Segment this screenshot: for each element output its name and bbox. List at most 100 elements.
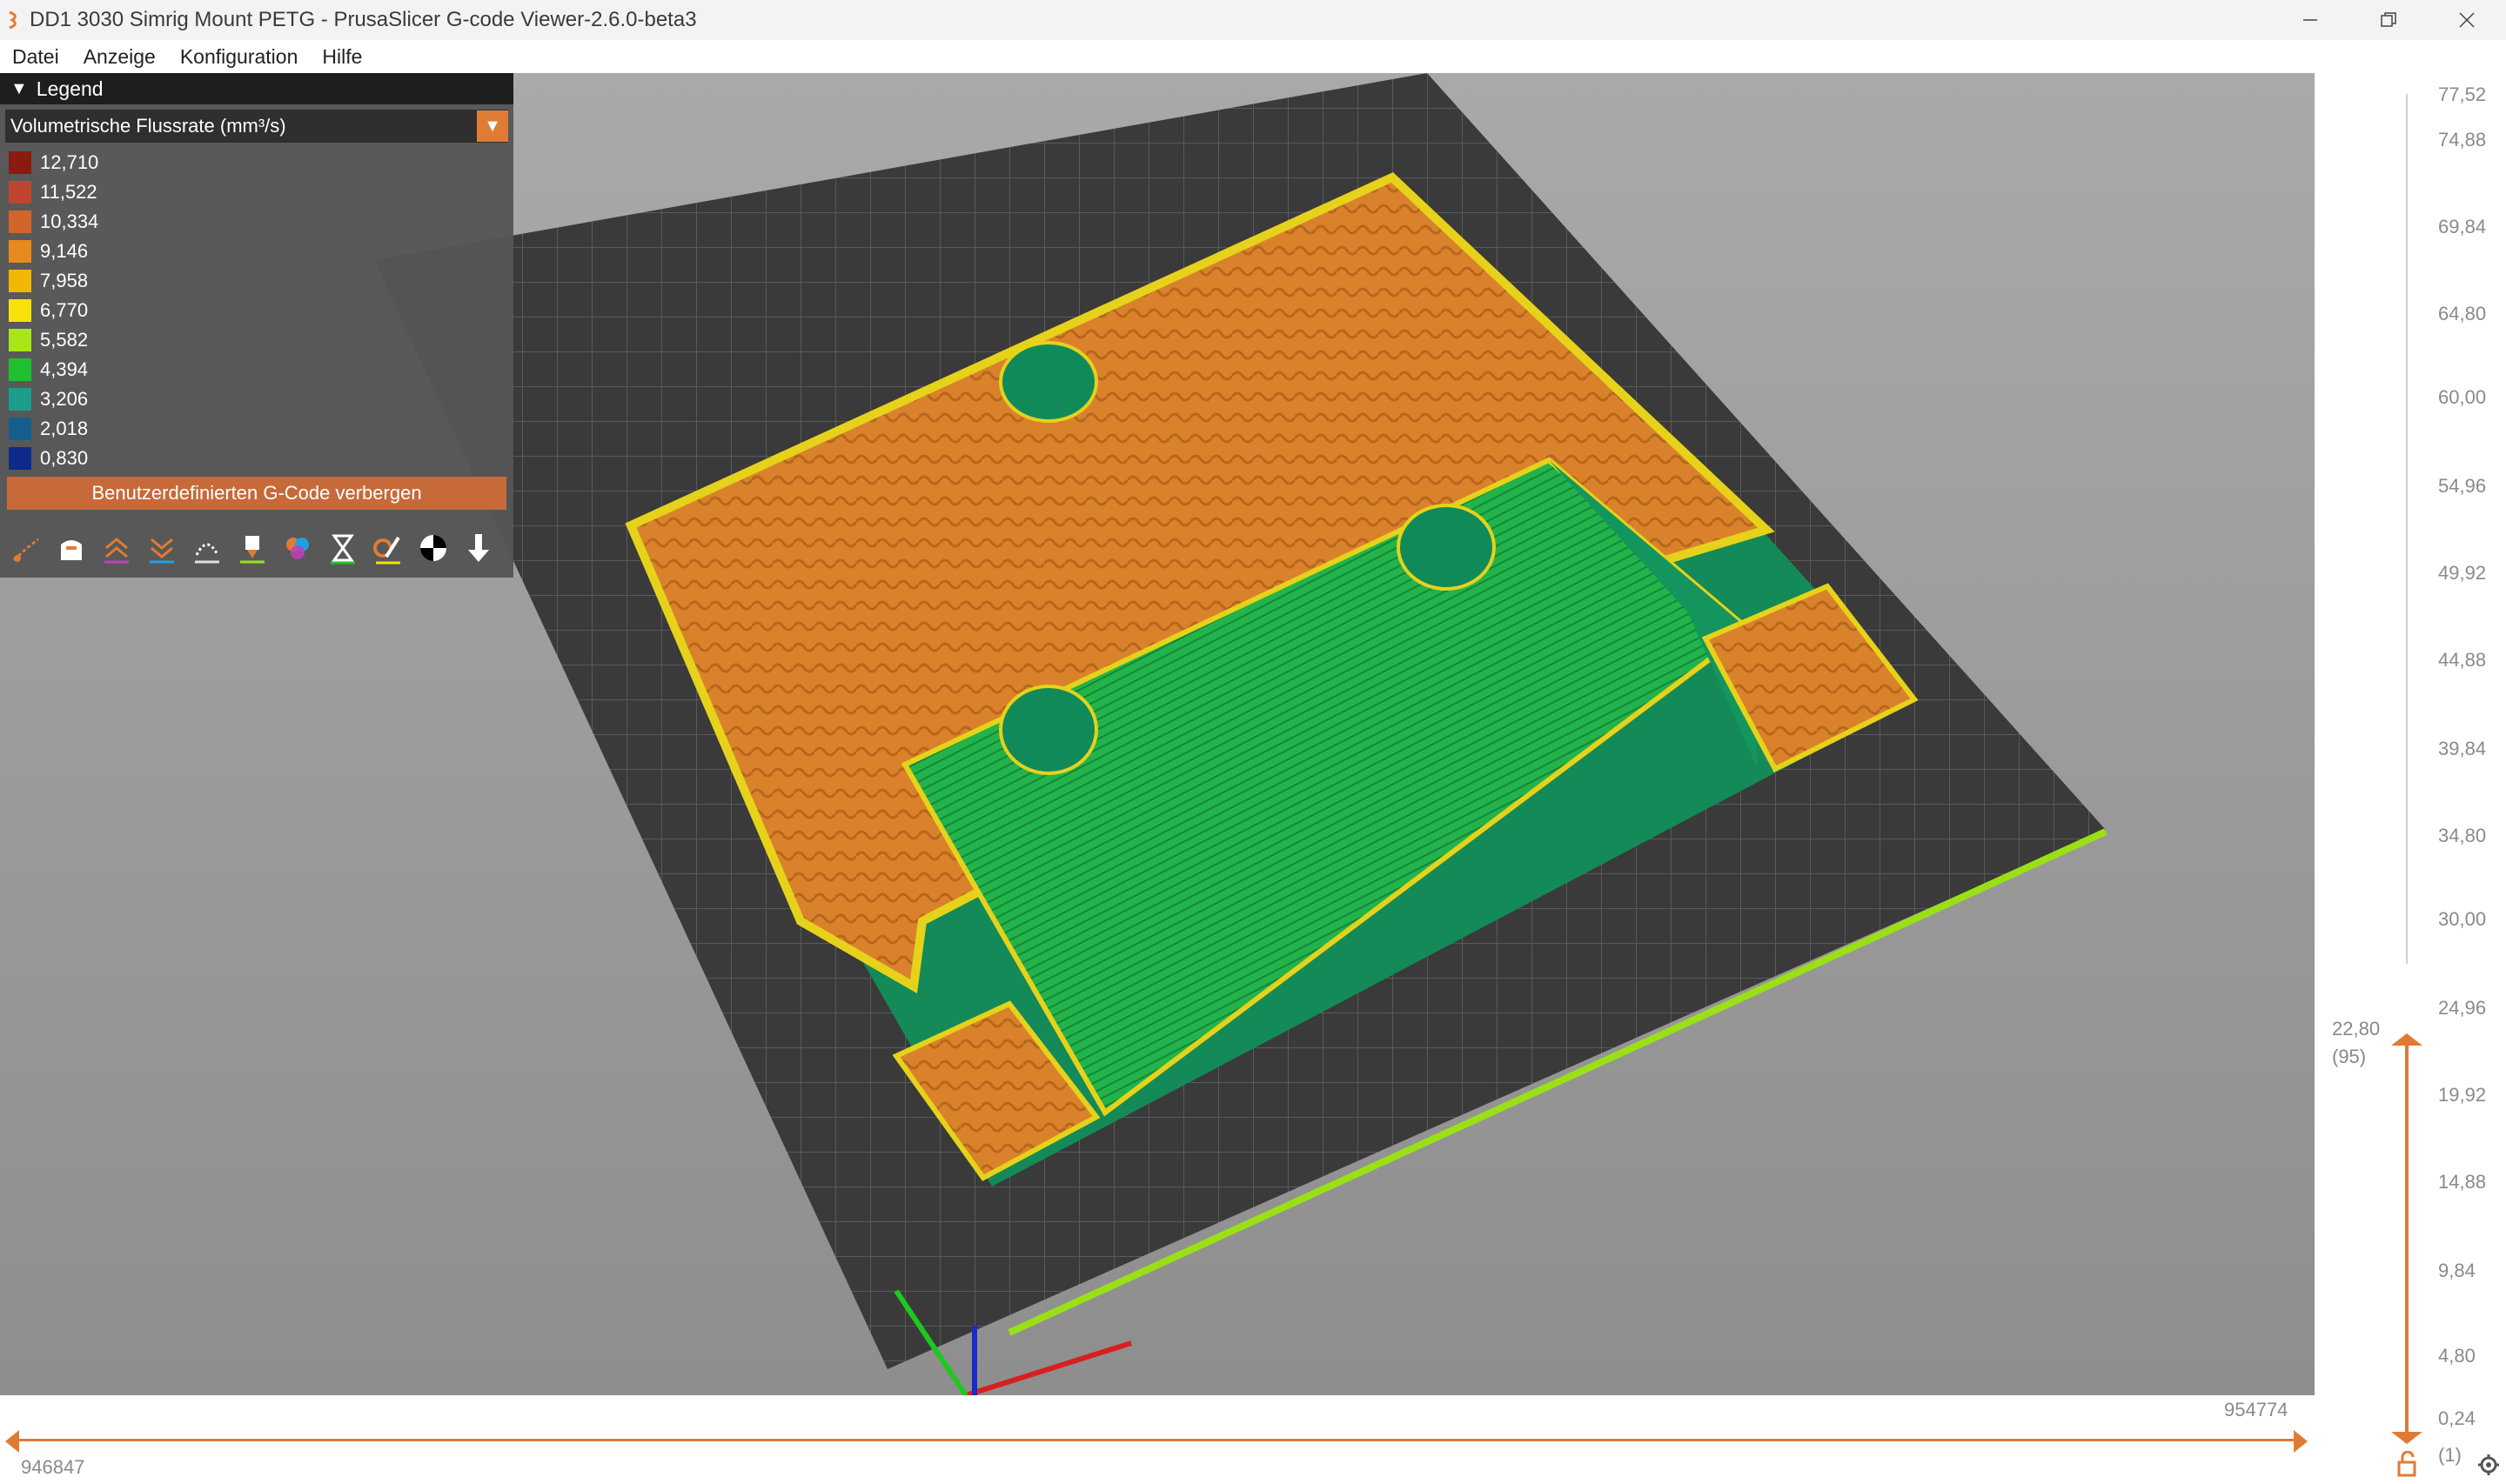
legend-entry: 12,710 — [9, 148, 98, 177]
legend-toolbar — [3, 524, 508, 572]
dropdown-arrow-icon[interactable]: ▼ — [477, 110, 508, 142]
layer-tick-label: 34,80 — [2438, 825, 2487, 846]
layer-tick-label: 14,88 — [2438, 1171, 2487, 1193]
layer-tick-label: 54,96 — [2438, 475, 2487, 497]
legend-value: 3,206 — [40, 388, 89, 410]
restore-button[interactable] — [2349, 0, 2428, 40]
move-slider-track[interactable] — [12, 1439, 2301, 1441]
seams-icon[interactable] — [184, 525, 230, 571]
layer-slider[interactable]: 22,80 (95) (1) 77,52 74,88 69,84 64,80 60,00… — [2315, 73, 2506, 1477]
view-type-label: Volumetrische Flussrate (mm³/s) — [10, 115, 286, 137]
lower-thumb-icon[interactable] — [2389, 1428, 2424, 1449]
legend-value: 0,830 — [40, 447, 89, 469]
legend-value: 10,334 — [40, 211, 99, 232]
layer-tick-label: 39,84 — [2438, 738, 2487, 759]
layer-tick-label: 77,52 — [2438, 84, 2487, 105]
current-layer-height: 22,80 — [2332, 1018, 2381, 1039]
upper-thumb-icon[interactable] — [2389, 1030, 2424, 1051]
layer-tick-label: 49,92 — [2438, 562, 2487, 584]
menu-konfiguration[interactable]: Konfiguration — [168, 45, 311, 69]
layer-tick-label: 9,84 — [2438, 1260, 2476, 1281]
move-slider-right-thumb-icon[interactable] — [2290, 1428, 2311, 1454]
travel-icon[interactable] — [3, 525, 49, 571]
layer-tick-label: 64,80 — [2438, 303, 2487, 324]
legend-color-swatch — [9, 270, 31, 292]
move-slider[interactable]: 954774 946847 — [0, 1395, 2315, 1484]
legend-value: 11,522 — [40, 181, 97, 203]
layer-tick-label: 4,80 — [2438, 1345, 2476, 1367]
layer-slider-range — [2405, 1039, 2409, 1439]
legend-entry: 10,334 — [9, 207, 98, 237]
unlock-icon[interactable] — [2396, 1451, 2417, 1477]
view-type-select[interactable]: Volumetrische Flussrate (mm³/s) ▼ — [5, 110, 508, 143]
close-button[interactable] — [2428, 0, 2506, 40]
minimize-button[interactable] — [2271, 0, 2349, 40]
legend-color-swatch — [9, 211, 31, 233]
legend-entry: 4,394 — [9, 355, 98, 384]
settings-cog-icon[interactable] — [2476, 1453, 2501, 1477]
layer-tick-label: 30,00 — [2438, 908, 2487, 930]
color-changes-icon[interactable] — [275, 525, 320, 571]
legend-value: 6,770 — [40, 299, 89, 321]
legend-value: 12,710 — [40, 151, 99, 173]
legend-color-swatch — [9, 358, 31, 381]
legend-header[interactable]: ▼ Legend — [0, 73, 513, 104]
legend-color-swatch — [9, 151, 31, 174]
retractions-icon[interactable] — [94, 525, 139, 571]
move-slider-max: 954774 — [2224, 1399, 2288, 1420]
tool-marker-icon[interactable] — [456, 525, 501, 571]
legend-color-swatch — [9, 240, 31, 263]
close-icon — [2459, 12, 2475, 28]
legend-entry: 6,770 — [9, 296, 98, 325]
legend-value: 7,958 — [40, 270, 89, 291]
legend-entry: 11,522 — [9, 177, 98, 207]
menu-anzeige[interactable]: Anzeige — [71, 45, 168, 69]
minimize-icon — [2303, 19, 2317, 21]
legend-title: Legend — [36, 77, 104, 100]
legend-color-swatch — [9, 329, 31, 351]
layer-tick-label: 60,00 — [2438, 386, 2487, 408]
hole-left — [999, 685, 1098, 775]
axis-x — [965, 1340, 1132, 1395]
layer-tick-label: 0,24 — [2438, 1407, 2476, 1429]
prusaslicer-icon — [9, 10, 17, 30]
layer-tick-label: 44,88 — [2438, 649, 2487, 671]
hole-top — [999, 341, 1098, 423]
collapse-triangle-icon: ▼ — [10, 78, 28, 98]
legend-entry: 7,958 — [9, 266, 98, 296]
legend-entry: 3,206 — [9, 384, 98, 414]
legend-color-swatch — [9, 447, 31, 470]
custom-gcode-icon[interactable] — [365, 525, 411, 571]
legend-list: 12,710 11,522 10,334 9,146 7,958 6,770 5,582 4,… — [9, 148, 98, 473]
layer-tick-label: 24,96 — [2438, 997, 2487, 1019]
legend-entry: 0,830 — [9, 444, 98, 473]
menu-bar: Datei Anzeige Konfiguration Hilfe — [0, 40, 2506, 73]
legend-entry: 2,018 — [9, 414, 98, 444]
deretractions-icon[interactable] — [139, 525, 184, 571]
legend-color-swatch — [9, 418, 31, 440]
pause-icon[interactable] — [320, 525, 365, 571]
tool-changes-icon[interactable] — [230, 525, 275, 571]
legend-value: 9,146 — [40, 240, 89, 262]
legend-color-swatch — [9, 388, 31, 411]
hole-middle — [1397, 504, 1496, 591]
layer-tick-label: 69,84 — [2438, 216, 2487, 237]
wipe-icon[interactable] — [49, 525, 94, 571]
hide-custom-gcode-button[interactable]: Benutzerdefinierten G-Code verbergen — [7, 477, 506, 510]
current-layer-number: (95) — [2332, 1046, 2367, 1067]
move-slider-left-thumb-icon[interactable] — [2, 1428, 23, 1454]
restore-icon — [2381, 12, 2396, 27]
legend-color-swatch — [9, 299, 31, 322]
layer-slider-track[interactable] — [2406, 94, 2408, 964]
legend-panel: ▼ Legend Volumetrische Flussrate (mm³/s)… — [0, 73, 513, 578]
layer-tick-label: 19,92 — [2438, 1084, 2487, 1106]
center-of-gravity-icon[interactable] — [411, 525, 456, 571]
title-bar: DD1 3030 Simrig Mount PETG - PrusaSlicer… — [0, 0, 2506, 40]
window-title: DD1 3030 Simrig Mount PETG - PrusaSlicer… — [30, 8, 697, 31]
legend-color-swatch — [9, 181, 31, 204]
legend-value: 2,018 — [40, 418, 89, 439]
legend-entry: 9,146 — [9, 237, 98, 266]
legend-value: 5,582 — [40, 329, 89, 351]
menu-datei[interactable]: Datei — [0, 45, 71, 69]
menu-hilfe[interactable]: Hilfe — [310, 45, 374, 69]
